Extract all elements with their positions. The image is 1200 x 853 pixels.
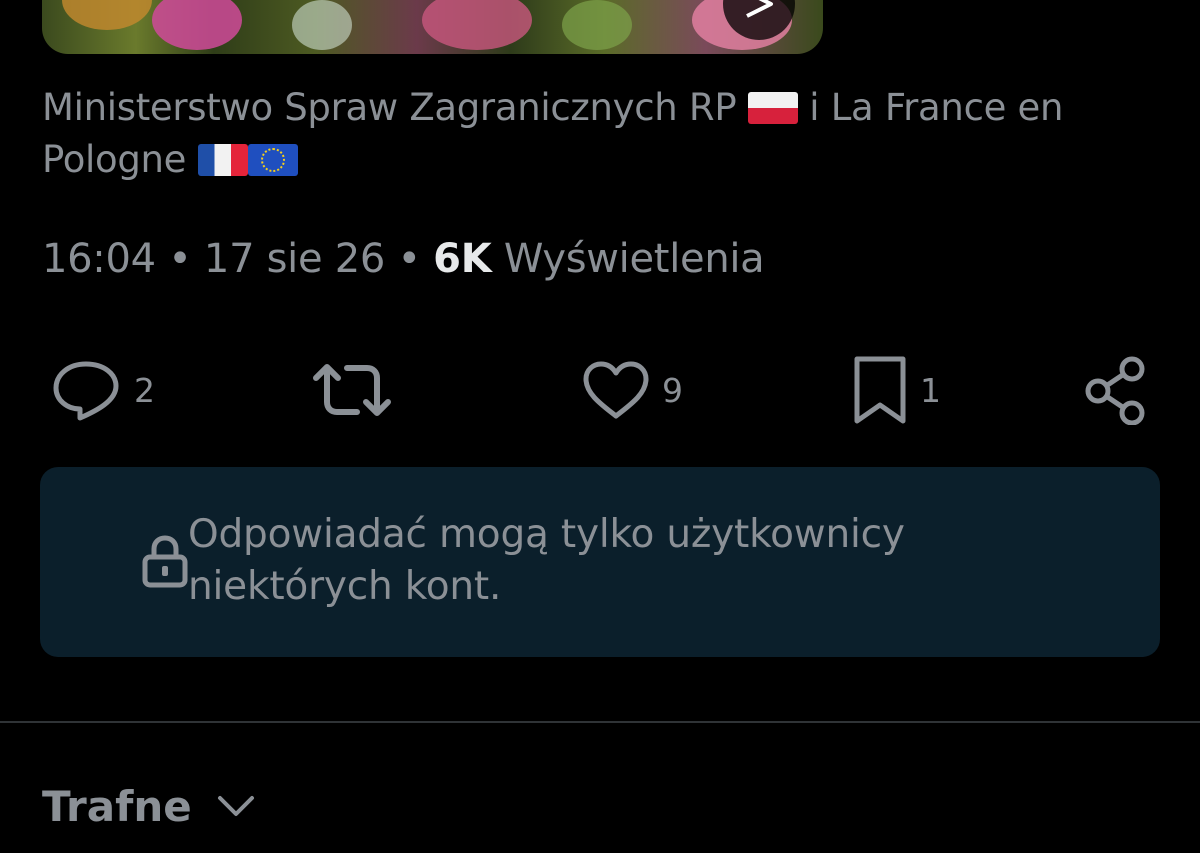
meta-separator: • (397, 236, 421, 282)
meta-separator: • (168, 236, 192, 282)
bookmark-count: 1 (920, 370, 941, 410)
post-meta: 16:04 • 17 sie 26 • 6K Wyświetlenia (42, 234, 765, 284)
replies-sort-dropdown[interactable]: Trafne (42, 776, 256, 836)
france-flag-icon (197, 144, 248, 176)
poland-flag-icon (747, 92, 798, 124)
views-count[interactable]: 6K (433, 236, 492, 282)
repost-icon (313, 364, 391, 416)
heart-icon (583, 361, 649, 419)
post-date[interactable]: 17 sie 26 (204, 236, 385, 282)
reply-count: 2 (134, 370, 155, 410)
section-divider (0, 721, 1200, 723)
reply-restriction-notice: Odpowiadać mogą tylko użytkownicy niektó… (40, 467, 1160, 657)
like-button[interactable]: 9 (582, 350, 683, 430)
reply-button[interactable]: 2 (50, 350, 155, 430)
share-icon (1085, 356, 1145, 425)
media-credit: Ministerstwo Spraw Zagranicznych RP i La… (42, 82, 1162, 186)
credit-account-1[interactable]: Ministerstwo Spraw Zagranicznych RP (42, 86, 737, 129)
bookmark-button[interactable]: 1 (852, 350, 941, 430)
eu-flag-icon (247, 144, 298, 176)
post-detail-page: Ministerstwo Spraw Zagranicznych RP i La… (0, 0, 1200, 853)
lock-icon (142, 535, 188, 588)
share-button[interactable] (1082, 350, 1150, 430)
play-icon (746, 0, 773, 18)
views-label[interactable]: Wyświetlenia (504, 236, 765, 282)
action-bar: 2 9 1 (0, 350, 1200, 430)
sort-label: Trafne (42, 781, 192, 831)
like-count: 9 (662, 370, 683, 410)
bookmark-icon (854, 356, 906, 424)
chevron-down-icon (217, 796, 254, 816)
post-time[interactable]: 16:04 (42, 236, 156, 282)
repost-button[interactable] (312, 350, 404, 430)
reply-icon (53, 361, 119, 421)
video-thumbnail[interactable] (42, 0, 823, 54)
notice-text: Odpowiadać mogą tylko użytkownicy niektó… (188, 512, 905, 609)
